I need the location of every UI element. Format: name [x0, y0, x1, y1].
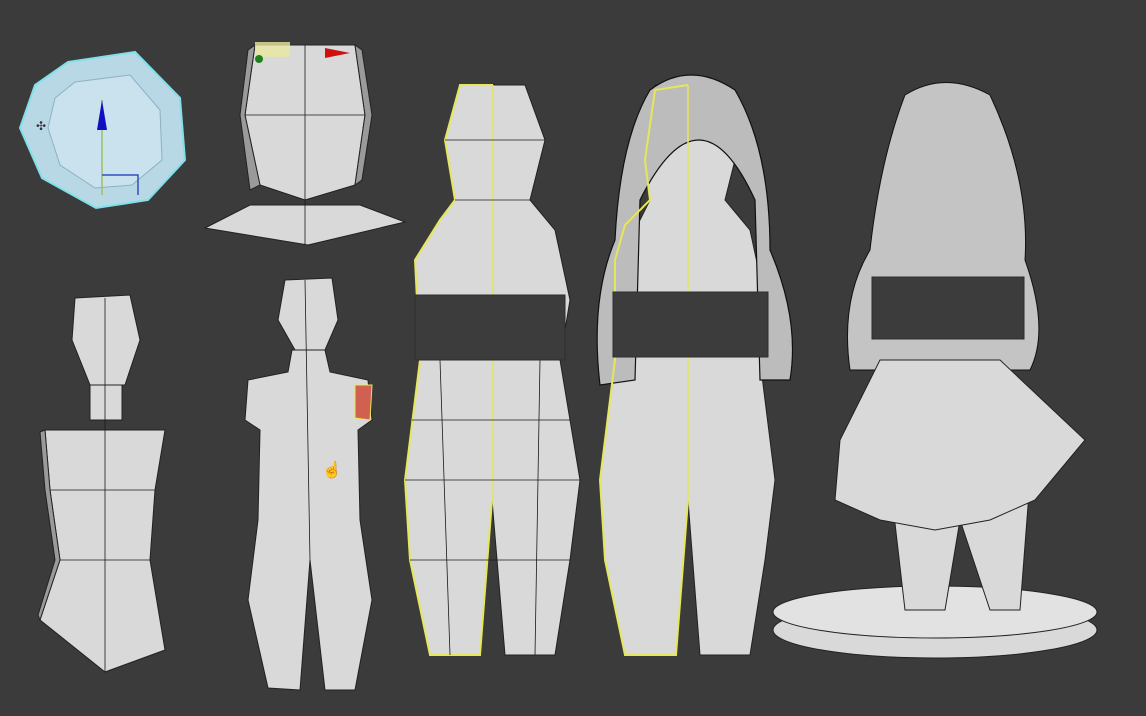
torso-blockout[interactable]	[37, 294, 166, 673]
move-cursor-icon: ✣	[36, 119, 46, 133]
body-refined[interactable]	[403, 84, 581, 656]
head-blockout[interactable]	[203, 42, 407, 246]
body-with-hair[interactable]	[596, 74, 794, 656]
viewport-canvas[interactable]: ✣ ☝	[0, 0, 1146, 716]
censor-bar	[871, 276, 1025, 340]
sphere-primitive[interactable]: ✣	[18, 50, 187, 210]
hand-cursor-icon: ☝	[322, 460, 342, 479]
final-with-skirt-and-base[interactable]	[772, 82, 1098, 659]
censor-bar	[612, 291, 769, 358]
3d-viewport[interactable]: ✣ ☝	[0, 0, 1146, 716]
body-blockout[interactable]: ☝	[244, 277, 373, 691]
censor-bar	[414, 294, 566, 361]
